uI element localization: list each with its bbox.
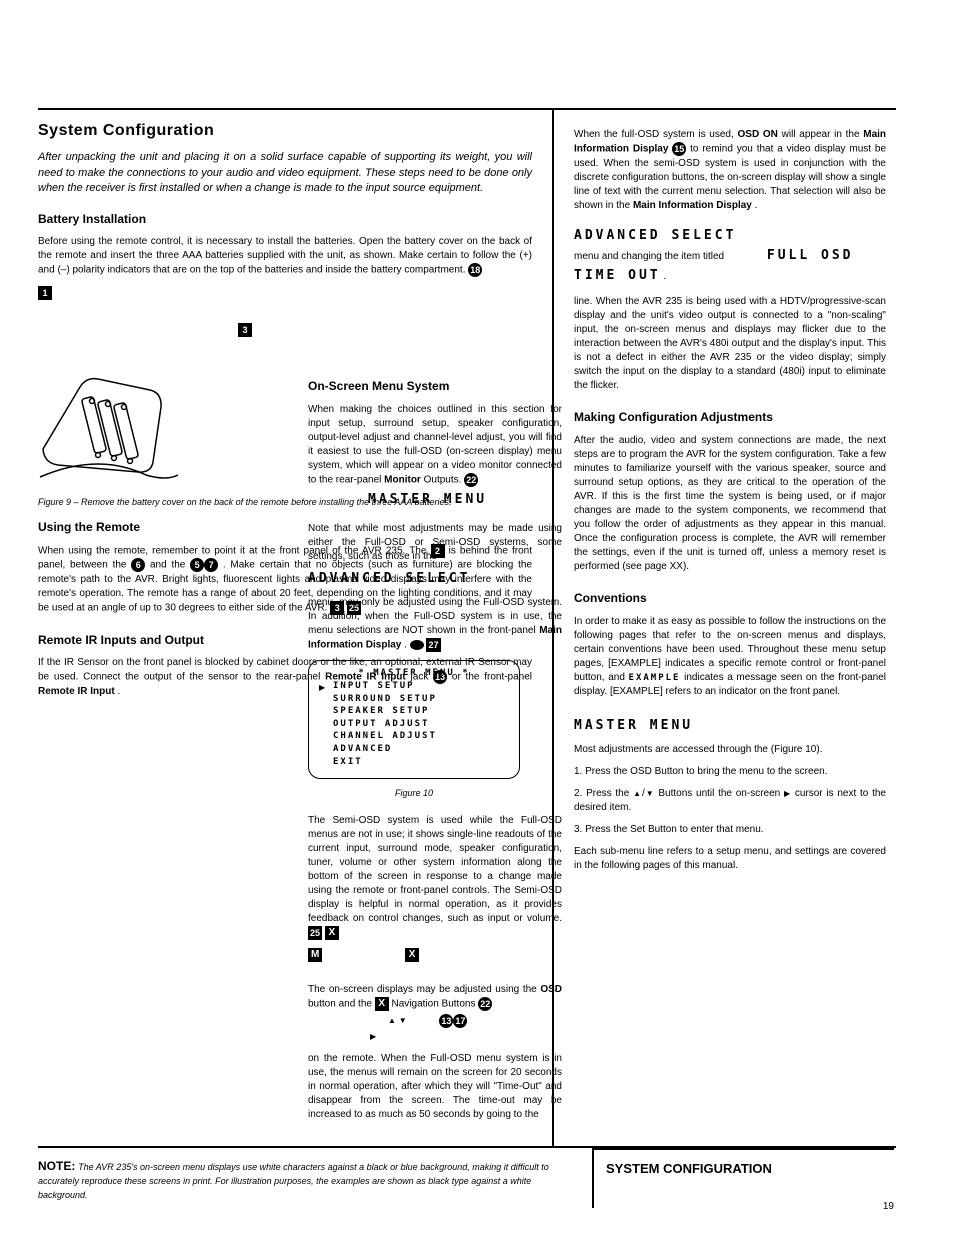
master-menu-osd-box: * MASTER MENU * INPUT SETUP SURROUND SET… [308, 660, 520, 779]
footer-note-left: NOTE: The AVR 235's on-screen menu displ… [38, 1158, 558, 1203]
osd-heading: On-Screen Menu System [308, 378, 562, 395]
note-heading: NOTE: [38, 1159, 75, 1173]
step-1: 1. Press the OSD Button to bring the men… [574, 765, 886, 779]
icon-ref-18: 18 [468, 263, 482, 277]
right-p1: When the full-OSD system is used, OSD ON… [574, 128, 886, 213]
osd-item-5: ADVANCED [333, 743, 515, 756]
page-subtitle: After unpacking the unit and placing it … [38, 150, 532, 196]
page-title: System Configuration [38, 120, 532, 142]
semi-osd-p2: M X [308, 948, 562, 963]
step-note: Each sub-menu line refers to a setup men… [574, 845, 886, 873]
up-arrow-icon-r [633, 788, 642, 799]
page-content: System Configuration After unpacking the… [38, 108, 896, 1148]
osd-item-0: INPUT SETUP [333, 680, 515, 693]
icon-ref-22: 22 [464, 473, 478, 487]
down-arrow-icon-r [645, 788, 655, 799]
icon-ref-15: 15 [672, 142, 686, 156]
battery-text: Before using the remote control, it is n… [38, 236, 532, 276]
icon-ref-17: 17 [453, 1014, 467, 1028]
icon-ref-22b: 22 [478, 997, 492, 1011]
osd-box-title: * MASTER MENU * [333, 667, 515, 680]
semi-osd-tail: on the remote. When the Full-OSD menu sy… [308, 1052, 562, 1122]
icon-ref-box-1: 1 [38, 286, 52, 300]
osd-cursor-icon [319, 681, 325, 695]
full-osd-right: FULL OSD [767, 248, 854, 263]
icon-ref-box-M: M [308, 948, 322, 962]
time-out-block: TIME OUT . [574, 267, 886, 285]
icon-ref-5: 5 [190, 558, 204, 572]
icon-ref-box-X3: X [375, 997, 389, 1011]
icon-ref-6: 6 [131, 558, 145, 572]
master-p: Most adjustments are accessed through th… [574, 743, 886, 757]
osd-item-3: OUTPUT ADJUST [333, 718, 515, 731]
note-body: The AVR 235's on-screen menu displays us… [38, 1162, 549, 1200]
step-3: 3. Press the Set Button to enter that me… [574, 823, 886, 837]
page-number: 19 [883, 1200, 894, 1214]
down-arrow-icon [399, 1015, 407, 1026]
battery-paragraph-2: 1 [38, 286, 532, 301]
battery-paragraph-3: 3 [38, 323, 532, 338]
nav-arrows-row: 1317 [308, 1014, 562, 1029]
conv-p: In order to make it as easy as possible … [574, 615, 886, 699]
semi-osd-p: The Semi-OSD system is used while the Fu… [308, 814, 562, 941]
osd-item-4: CHANNEL ADJUST [333, 730, 515, 743]
master-menu-label-inline: MASTER MENU [368, 491, 562, 509]
semi-osd-nav: The on-screen displays may be adjusted u… [308, 983, 562, 1012]
nav-right-arrow [370, 1030, 562, 1044]
battery-illustration [38, 357, 178, 487]
right-arrow-icon [370, 1031, 376, 1042]
advanced-select-inline: ADVANCED SELECT [308, 570, 562, 588]
nav-p: After the audio, video and system connec… [574, 434, 886, 574]
footer-right-block: SYSTEM CONFIGURATION [592, 1148, 894, 1208]
icon-ref-box-X: X [325, 926, 339, 940]
step-2: 2. Press the / Buttons until the on-scre… [574, 787, 886, 815]
footer-label: SYSTEM CONFIGURATION [606, 1160, 888, 1178]
master-menu-right: MASTER MENU [574, 718, 693, 733]
battery-paragraph: Before using the remote control, it is n… [38, 235, 532, 278]
time-out-right: TIME OUT [574, 268, 661, 283]
icon-ref-box-25b: 25 [308, 926, 322, 940]
osd-item-6: EXIT [333, 756, 515, 769]
advanced-select-right: ADVANCED SELECT [574, 228, 736, 243]
osd-p1: When making the choices outlined in this… [308, 403, 562, 488]
battery-heading: Battery Installation [38, 211, 532, 228]
osd-item-1: SURROUND SETUP [333, 693, 515, 706]
right-column: When the full-OSD system is used, OSD ON… [552, 110, 896, 1146]
full-osd-block: menu and changing the item titled FULL O… [574, 247, 886, 265]
icon-ref-13b: 13 [439, 1014, 453, 1028]
figure-10-caption: Figure 10 [308, 787, 520, 800]
left-column: System Configuration After unpacking the… [38, 110, 552, 1146]
nav-heading: Making Configuration Adjustments [574, 409, 886, 426]
advanced-select-block: ADVANCED SELECT [574, 227, 886, 245]
icon-ref-box-3: 3 [238, 323, 252, 337]
osd-item-2: SPEAKER SETUP [333, 705, 515, 718]
icon-ref-7: 7 [204, 558, 218, 572]
icon-ref-box-27: 27 [426, 638, 440, 652]
icon-ref-box-X2: X [405, 948, 419, 962]
right-arrow-icon-r [784, 788, 791, 799]
osd-p3b: menu, may only be adjusted using the Ful… [308, 596, 562, 653]
conv-heading: Conventions [574, 590, 886, 607]
osd-adv-select-inline: Note that while most adjustments may be … [308, 522, 562, 564]
right-p2: line. When the AVR 235 is being used wit… [574, 295, 886, 393]
up-arrow-icon [388, 1015, 396, 1026]
oval-dot-icon [410, 640, 424, 650]
